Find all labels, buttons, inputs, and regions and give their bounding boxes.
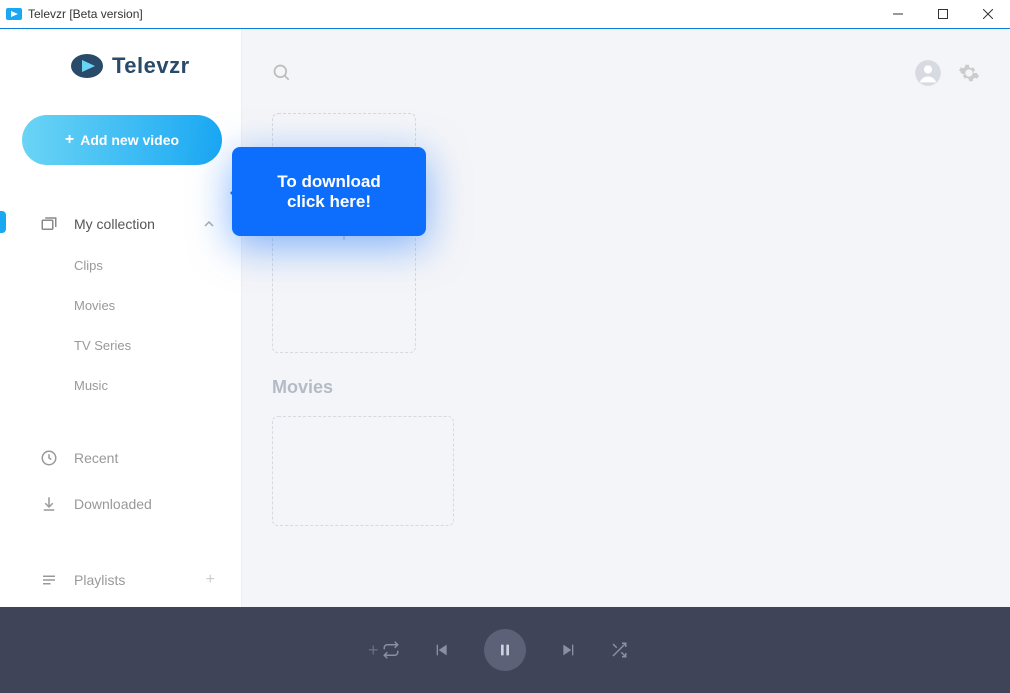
nav: My collection Clips Movies TV Series Mus… [0, 203, 241, 603]
brand-name: Televzr [112, 53, 190, 79]
logo: Televzr [0, 53, 241, 79]
add-video-label: Add new video [80, 132, 179, 148]
previous-button[interactable] [434, 642, 450, 658]
next-button[interactable] [560, 642, 576, 658]
download-tooltip: To download click here! [232, 147, 426, 236]
nav-downloaded-label: Downloaded [74, 496, 152, 512]
nav-clips-label: Clips [74, 258, 103, 273]
add-playlist-icon[interactable]: + [206, 571, 215, 589]
profile-icon[interactable] [914, 59, 942, 87]
player-add-icon[interactable]: + [368, 640, 379, 661]
plus-icon: + [65, 132, 74, 148]
playlist-icon [40, 571, 58, 589]
logo-icon [70, 53, 104, 79]
tooltip-line2: click here! [287, 192, 371, 212]
window-controls [875, 0, 1010, 28]
close-button[interactable] [965, 0, 1010, 28]
nav-recent-label: Recent [74, 450, 118, 466]
nav-recent[interactable]: Recent [0, 435, 241, 481]
nav-playlists-label: Playlists [74, 572, 125, 588]
nav-my-collection[interactable]: My collection [0, 203, 241, 245]
window-title: Televzr [Beta version] [28, 7, 875, 21]
app-icon [6, 6, 22, 22]
chevron-up-icon [203, 218, 215, 230]
main-content: Movies [242, 29, 1010, 607]
add-movie-placeholder[interactable] [272, 416, 454, 526]
shuffle-button[interactable] [610, 641, 628, 659]
settings-icon[interactable] [958, 62, 980, 84]
nav-downloaded[interactable]: Downloaded [0, 481, 241, 527]
play-pause-button[interactable] [484, 629, 526, 671]
nav-music[interactable]: Music [0, 365, 241, 405]
player-bar: + [0, 607, 1010, 693]
minimize-button[interactable] [875, 0, 920, 28]
nav-playlists[interactable]: Playlists + [0, 557, 241, 603]
sidebar: Televzr + Add new video To download clic… [0, 29, 242, 607]
nav-clips[interactable]: Clips [0, 245, 241, 285]
download-icon [40, 495, 58, 513]
nav-movies[interactable]: Movies [0, 285, 241, 325]
nav-tvseries[interactable]: TV Series [0, 325, 241, 365]
add-video-button[interactable]: + Add new video [22, 115, 222, 165]
search-icon[interactable] [272, 63, 292, 83]
nav-music-label: Music [74, 378, 108, 393]
repeat-button[interactable] [382, 641, 400, 659]
collection-icon [40, 215, 58, 233]
tooltip-line1: To download [277, 172, 381, 192]
section-movies-title: Movies [272, 377, 980, 398]
nav-tvseries-label: TV Series [74, 338, 131, 353]
nav-my-collection-label: My collection [74, 216, 155, 232]
nav-movies-label: Movies [74, 298, 115, 313]
window-titlebar: Televzr [Beta version] [0, 0, 1010, 29]
maximize-button[interactable] [920, 0, 965, 28]
top-toolbar [272, 53, 980, 93]
recent-icon [40, 449, 58, 467]
